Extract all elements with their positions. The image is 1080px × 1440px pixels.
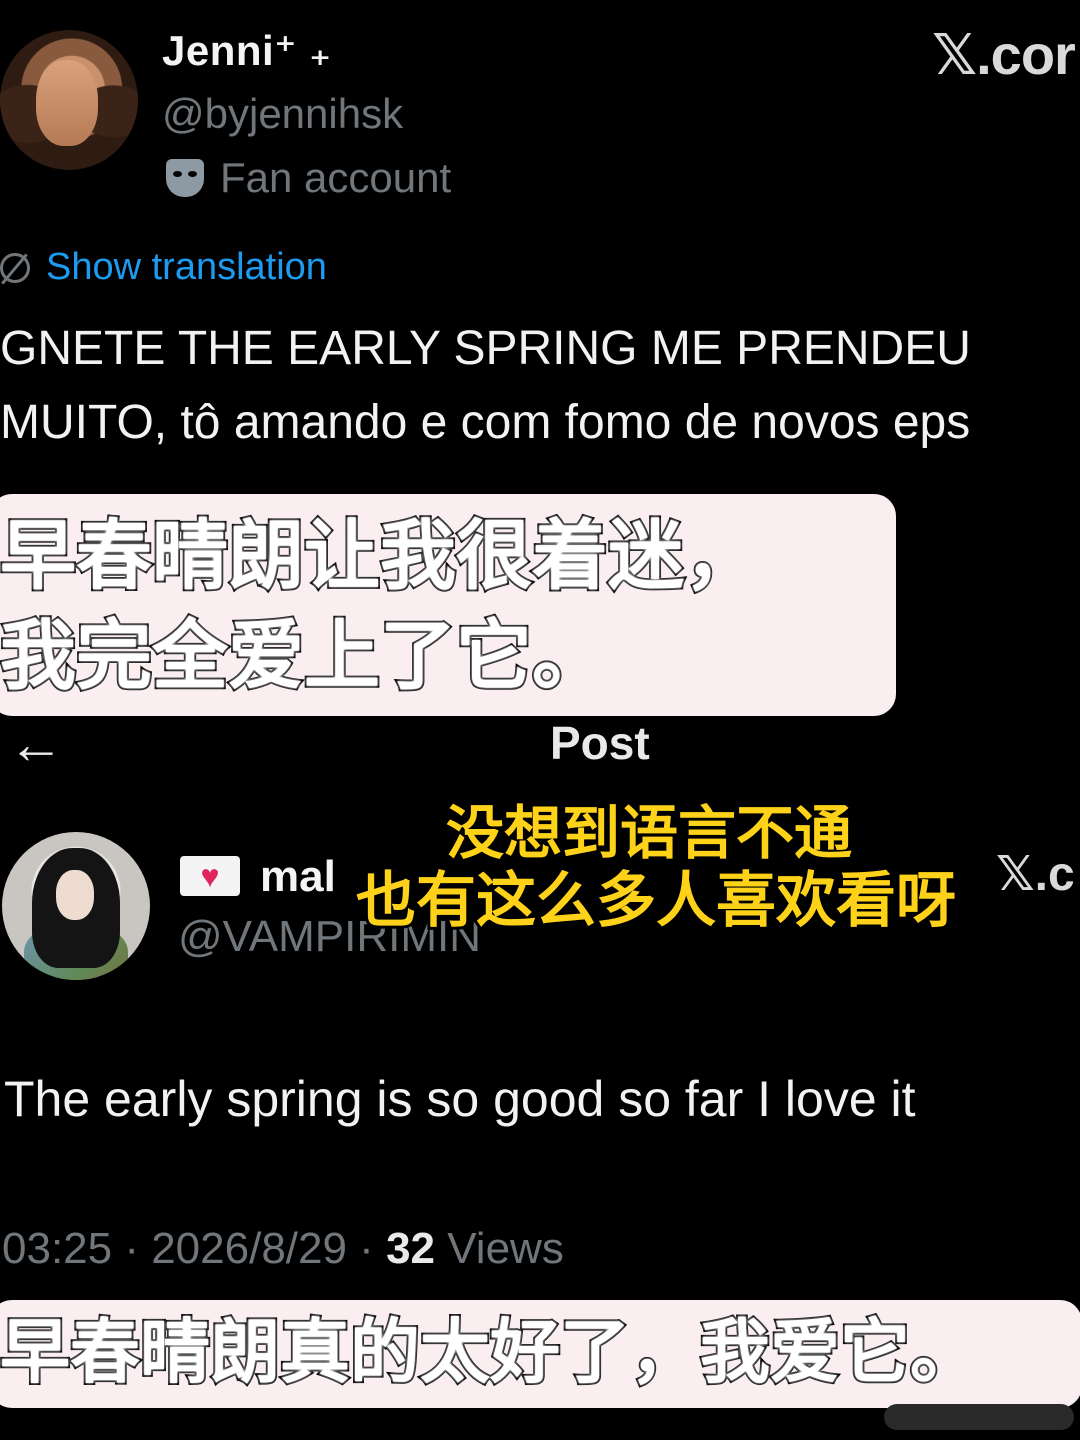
subtitle-caption: 早春晴朗让我很着迷， 我完全爱上了它。	[0, 494, 896, 716]
watermark	[884, 1404, 1074, 1430]
avatar-face	[56, 870, 94, 920]
display-name[interactable]: mal	[260, 852, 336, 902]
avatar-jenni[interactable]	[0, 30, 138, 170]
love-letter-icon: ♥	[180, 856, 240, 896]
fan-account-badge: Fan account	[166, 154, 451, 202]
page-title: Post	[550, 717, 650, 769]
caption-line: 早春晴朗真的太好了，我爱它。	[0, 1309, 982, 1395]
x-logo-watermark: 𝕏.cor	[932, 23, 1076, 86]
tweet-text: The early spring is so good so far I lov…	[4, 1071, 916, 1127]
commentary-caption-line: 也有这么多人喜欢看呀	[353, 863, 959, 939]
views-label: Views	[435, 1224, 564, 1273]
globe-icon	[0, 252, 30, 283]
tweet-text-line: MUITO, tô amando e com fomo de novos eps	[0, 396, 971, 449]
tweet-text: GNETE THE EARLY SPRING ME PRENDEU MUITO,…	[0, 312, 1080, 460]
avatar-face	[36, 60, 98, 146]
caption-line: 早春晴朗让我很着迷，	[0, 509, 762, 602]
subtitle-caption: 早春晴朗真的太好了，我爱它。	[0, 1300, 1080, 1408]
avatar-mal[interactable]	[2, 832, 150, 980]
timestamp[interactable]: 03:25 · 2026/8/29 ·	[2, 1224, 386, 1273]
back-arrow-icon[interactable]: ←	[8, 716, 64, 772]
caption-line: 我完全爱上了它。	[0, 609, 610, 702]
fan-account-label: Fan account	[220, 154, 452, 201]
display-name[interactable]: Jenni⁺ ₊	[162, 26, 332, 75]
user-handle[interactable]: @byjennihsk	[162, 90, 403, 138]
mask-icon	[166, 159, 204, 197]
tweet-metadata: 03:25 · 2026/8/29 · 32 Views	[2, 1224, 564, 1274]
x-logo-watermark: 𝕏.c	[996, 848, 1075, 901]
views-count: 32	[386, 1224, 436, 1273]
tweet-text-line: GNETE THE EARLY SPRING ME PRENDEU	[0, 322, 971, 375]
show-translation-link[interactable]: Show translation	[0, 246, 327, 289]
show-translation-label[interactable]: Show translation	[46, 246, 327, 289]
